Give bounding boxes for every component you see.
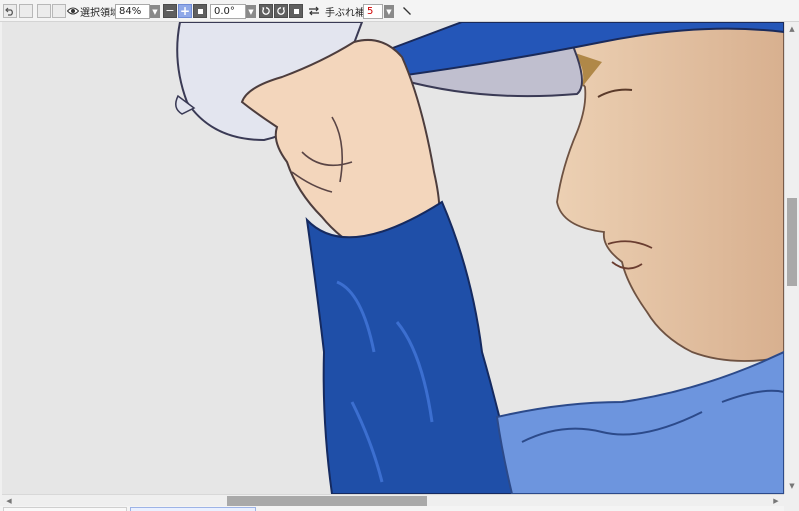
- rotation-reset-button[interactable]: [289, 4, 303, 18]
- selection-area-label: 選択領域: [80, 8, 120, 19]
- eye-icon[interactable]: [67, 5, 79, 17]
- vertical-scrollbar[interactable]: ▲ ▼: [784, 22, 799, 494]
- bottom-tab-strip: [0, 506, 784, 511]
- chevron-down-icon: ▼: [789, 482, 795, 490]
- bottom-tab-1[interactable]: [3, 507, 127, 511]
- bottom-tab-2[interactable]: [130, 507, 256, 511]
- scrollbar-corner: [784, 494, 799, 511]
- horizontal-scrollbar[interactable]: ◀ ▶: [2, 494, 784, 506]
- scroll-up-button[interactable]: ▲: [786, 23, 798, 35]
- toolbar: 選択領域 84% ▼ − + 0.0° ▼ 手ぶれ補正 5 ▼: [0, 0, 799, 22]
- horizontal-scroll-thumb[interactable]: [227, 496, 427, 506]
- zoom-out-button[interactable]: −: [163, 4, 177, 18]
- chevron-right-icon: ▶: [773, 497, 779, 505]
- rotate-cw-button[interactable]: [274, 4, 288, 18]
- chevron-down-icon: ▼: [386, 7, 392, 16]
- rotation-dropdown-button[interactable]: ▼: [246, 5, 256, 18]
- scroll-down-button[interactable]: ▼: [786, 480, 798, 492]
- pen-line-icon: [403, 7, 411, 15]
- chevron-down-icon: ▼: [152, 7, 158, 16]
- drawing-canvas[interactable]: [2, 22, 784, 494]
- pen-line-button[interactable]: [401, 5, 413, 17]
- stabilizer-field[interactable]: 5: [363, 4, 383, 19]
- zoom-fit-button[interactable]: [193, 4, 207, 18]
- undo-icon: [5, 7, 13, 16]
- square-icon: [293, 8, 299, 14]
- zoom-in-button[interactable]: +: [178, 4, 192, 18]
- chevron-left-icon: ◀: [6, 497, 12, 505]
- blank-button-3[interactable]: [52, 4, 66, 18]
- plus-icon: +: [179, 4, 191, 18]
- chevron-up-icon: ▲: [789, 25, 795, 33]
- rotate-ccw-button[interactable]: [259, 4, 273, 18]
- zoom-dropdown-button[interactable]: ▼: [150, 5, 160, 18]
- zoom-field[interactable]: 84%: [115, 4, 150, 19]
- chevron-down-icon: ▼: [248, 7, 254, 16]
- square-icon: [197, 8, 203, 14]
- rotate-cw-icon: [277, 7, 286, 15]
- undo-button[interactable]: [3, 4, 17, 18]
- blank-button-2[interactable]: [37, 4, 51, 18]
- vertical-scroll-thumb[interactable]: [787, 198, 797, 286]
- rotate-ccw-icon: [261, 7, 270, 15]
- rotation-field[interactable]: 0.0°: [210, 4, 246, 19]
- flip-horizontal-button[interactable]: [307, 5, 321, 17]
- blank-button-1[interactable]: [19, 4, 33, 18]
- minus-icon: −: [165, 4, 175, 17]
- illustration: [2, 22, 784, 494]
- stabilizer-dropdown-button[interactable]: ▼: [384, 5, 394, 18]
- flip-horizontal-icon: [309, 6, 319, 16]
